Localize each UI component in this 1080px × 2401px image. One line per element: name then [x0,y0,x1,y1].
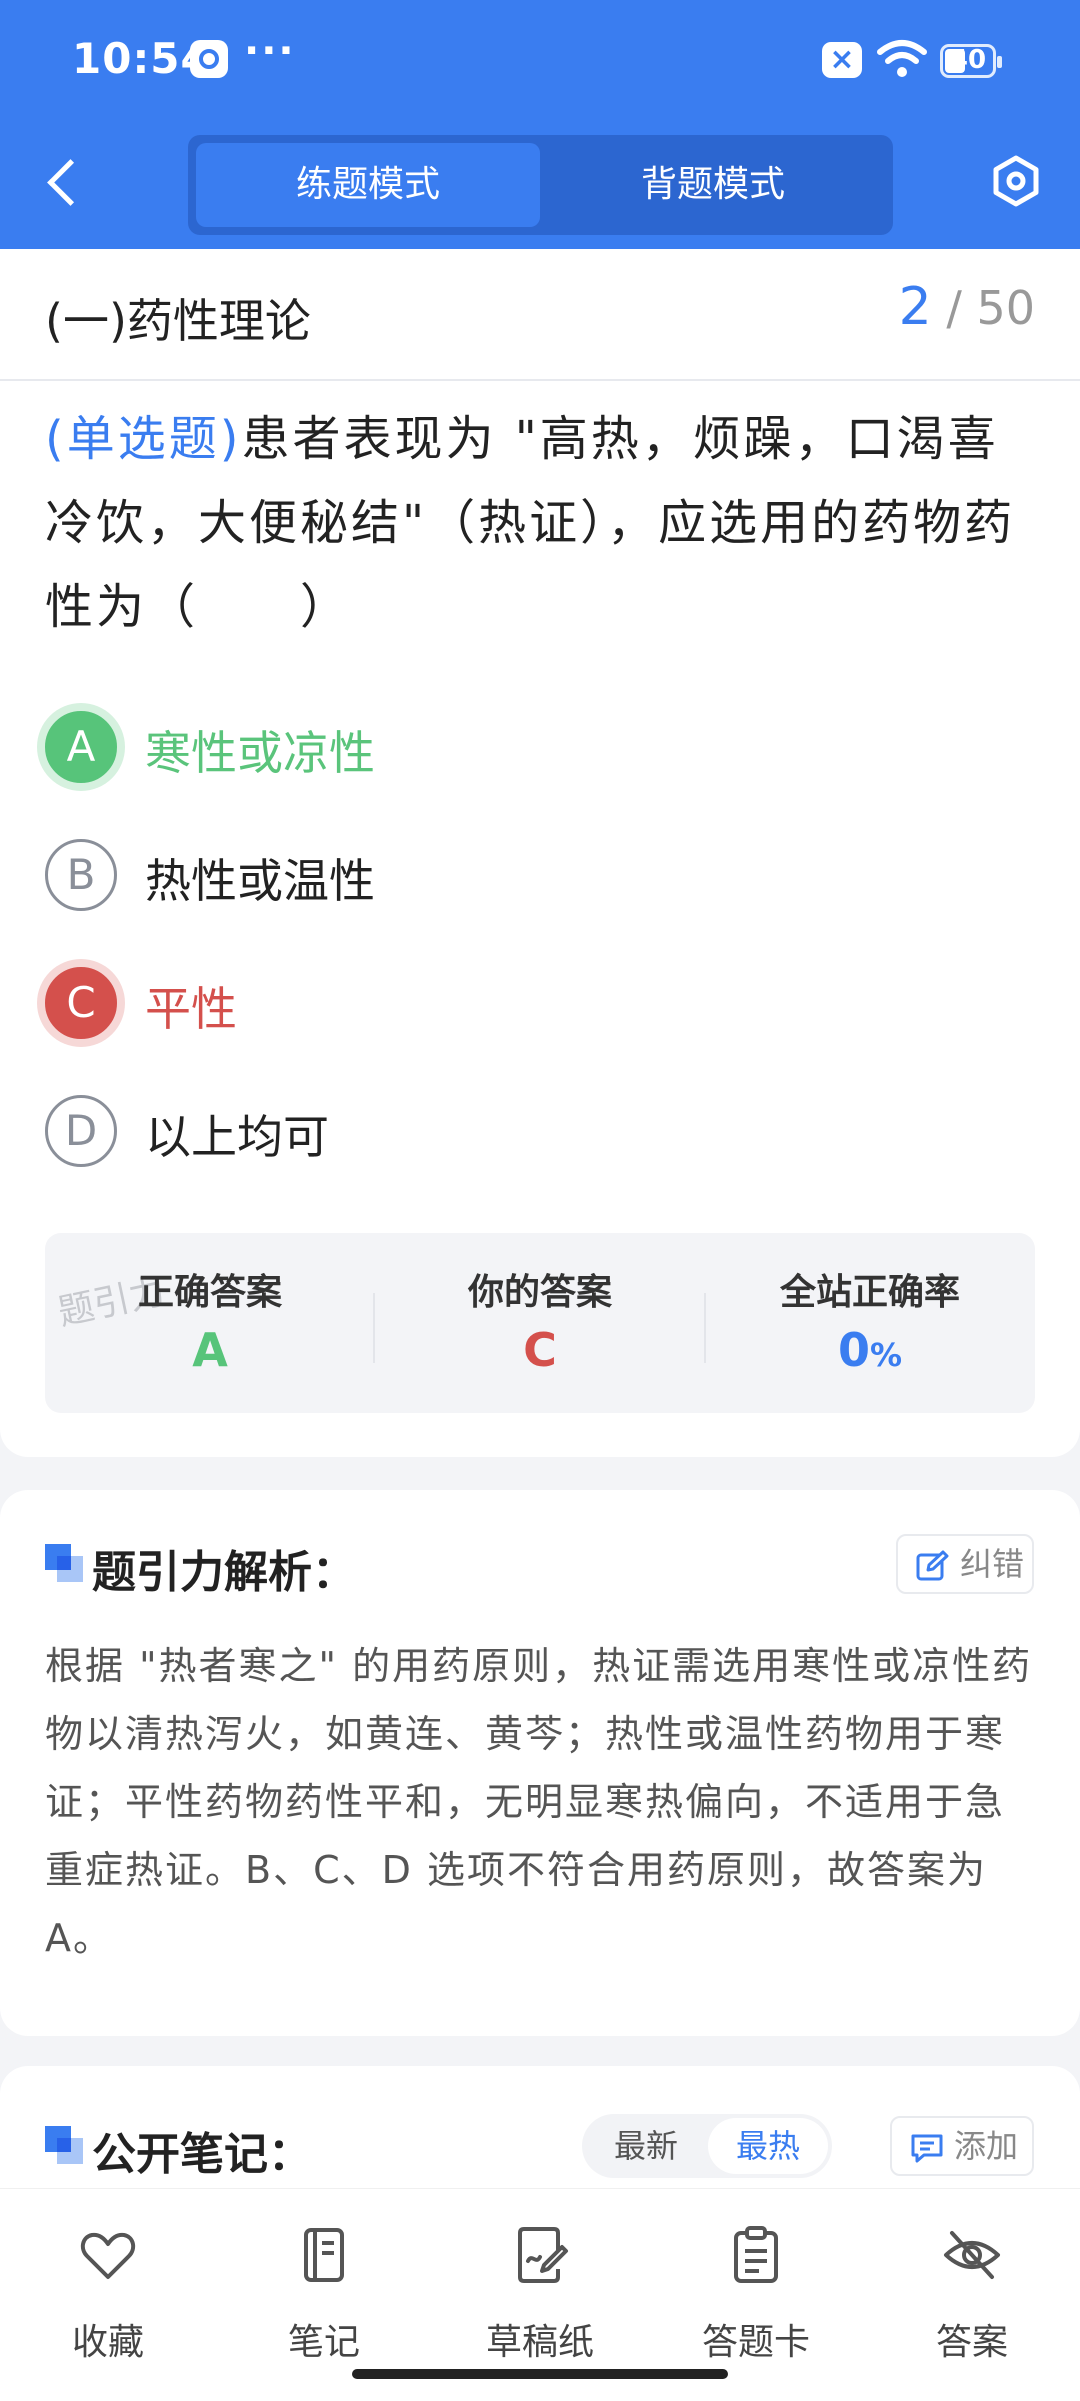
show-answer-label: 答案 [935,2322,1008,2363]
analysis-card: 题引力解析： 纠错 根据 "热者寒之" 的用药原则，热证需选用寒性或凉性药物以清… [0,1490,1080,2036]
option-label: 热性或温性 [145,854,375,908]
option-c[interactable]: C 平性 [45,967,995,1047]
more-notifications-icon: ··· [244,28,296,74]
answer-summary: 题引力 正确答案 A 你的答案 C 全站正确率 0% [45,1233,1035,1413]
comment-icon [911,2134,943,2163]
option-label: 寒性或凉性 [145,726,375,780]
correct-answer-label: 正确答案 [137,1272,282,1313]
add-note-button[interactable]: 添加 [890,2116,1034,2176]
answer-sheet-icon [734,2226,778,2283]
your-answer-value: C [523,1323,557,1377]
no-sim-icon: × [822,42,862,78]
option-label: 平性 [145,982,237,1036]
top-header: 10:54 ··· × 40 练题模式 背题模式 [0,0,1080,249]
question-progress: 2 / 50 [899,277,1035,337]
add-note-label: 添加 [954,2127,1019,2165]
wifi-icon [877,40,927,77]
show-answer-button[interactable]: 答案 [892,2225,1052,2363]
heart-icon [80,2232,136,2279]
question-type: (单选题) [45,411,242,467]
mode-switch: 练题模式 背题模式 [188,135,893,235]
correct-answer-column: 正确答案 A [45,1233,375,1413]
report-error-button[interactable]: 纠错 [896,1534,1034,1594]
sort-hot[interactable]: 最热 [708,2118,828,2174]
option-label: 以上均可 [145,1110,329,1164]
your-answer-column: 你的答案 C [375,1233,705,1413]
answer-sheet-label: 答题卡 [701,2322,810,2363]
option-a[interactable]: A 寒性或凉性 [45,711,995,791]
draft-paper-button[interactable]: 草稿纸 [460,2225,620,2363]
home-indicator[interactable] [352,2369,728,2379]
total-questions: / 50 [946,281,1035,335]
notes-label: 笔记 [287,2322,360,2363]
correct-answer-value: A [192,1323,228,1377]
back-arrow-icon[interactable] [44,158,84,208]
notes-sort-toggle: 最新 最热 [582,2114,832,2178]
option-d[interactable]: D 以上均可 [45,1095,995,1175]
accuracy-value: 0% [705,1323,1035,1377]
settings-hexagon-icon[interactable] [990,155,1042,207]
tab-memorize-mode[interactable]: 背题模式 [541,143,885,227]
sort-latest[interactable]: 最新 [586,2118,706,2174]
question-stem: (单选题)患者表现为 "高热，烦躁，口渴喜冷饮，大便秘结"（热证），应选用的药物… [45,397,1035,649]
section-square-icon [45,1544,85,1584]
answer-sheet-button[interactable]: 答题卡 [676,2225,836,2363]
current-question-number: 2 [898,277,932,337]
notes-title: 公开笔记： [92,2129,312,2180]
section-title: (一)药性理论 [45,294,311,348]
option-b[interactable]: B 热性或温性 [45,839,995,919]
option-letter: A [45,711,117,783]
analysis-text: 根据 "热者寒之" 的用药原则，热证需选用寒性或凉性药物以清热泻火，如黄连、黄芩… [45,1644,1033,1960]
accuracy-number: 0 [837,1323,870,1377]
question-card: (一)药性理论 2 / 50 (单选题)患者表现为 "高热，烦躁，口渴喜冷饮，大… [0,249,1080,1457]
your-answer-label: 你的答案 [467,1272,612,1313]
status-bar: 10:54 ··· × 40 [0,0,1080,124]
report-error-label: 纠错 [960,1545,1025,1583]
battery-icon: 40 [940,44,1002,78]
analysis-title: 题引力解析： [92,1547,356,1598]
section-square-icon [45,2126,85,2166]
favorite-button[interactable]: 收藏 [28,2225,188,2363]
eye-off-icon [944,2231,1000,2279]
notebook-icon [304,2228,344,2282]
option-letter: D [45,1095,117,1167]
draft-paper-label: 草稿纸 [485,2322,594,2363]
option-letter: B [45,839,117,911]
favorite-label: 收藏 [71,2322,144,2363]
option-letter: C [45,967,117,1039]
accuracy-label: 全站正确率 [779,1272,960,1313]
edit-icon [916,1550,949,1581]
accuracy-column: 全站正确率 0% [705,1233,1035,1413]
tab-practice-mode[interactable]: 练题模式 [196,143,540,227]
draft-icon [518,2227,568,2283]
accuracy-unit: % [869,1336,903,1374]
app-notification-icon [190,40,228,78]
battery-level: 40 [949,45,987,75]
notes-button[interactable]: 笔记 [244,2225,404,2363]
section-header: (一)药性理论 2 / 50 [0,249,1080,381]
